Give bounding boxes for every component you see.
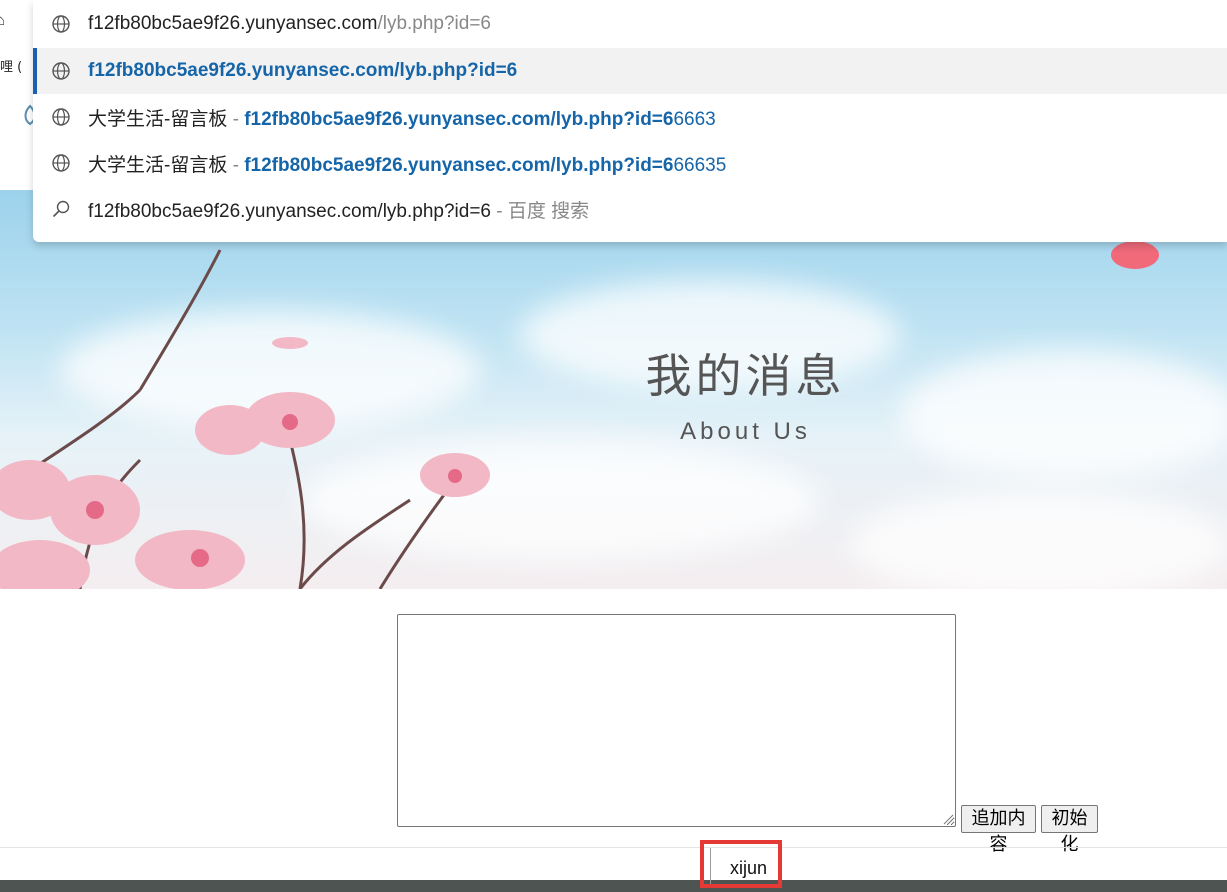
- append-content-button[interactable]: 追加内容: [961, 805, 1036, 855]
- suggestion-separator: -: [227, 108, 245, 130]
- selection-indicator: [33, 48, 37, 94]
- suggestion-match: f12fb80bc5ae9f26.yunyansec.com/lyb.php?i…: [244, 154, 674, 176]
- suggestion-rest: 66635: [673, 154, 727, 176]
- suggestion-match: f12fb80bc5ae9f26.yunyansec.com/lyb.php?i…: [244, 108, 674, 130]
- username-text: xijun: [730, 858, 768, 878]
- search-engine-label: - 百度 搜索: [491, 200, 590, 222]
- globe-icon: [52, 108, 70, 126]
- initialize-button[interactable]: 初始化: [1041, 805, 1098, 855]
- suggestion-url: f12fb80bc5ae9f26.yunyansec.com/lyb.php?i…: [88, 60, 518, 81]
- message-textarea[interactable]: [397, 614, 956, 827]
- suggestion-item[interactable]: 大学生活-留言板 - f12fb80bc5ae9f26.yunyansec.co…: [33, 94, 1227, 140]
- divider: [0, 847, 1227, 848]
- typed-text: f12fb80bc5ae9f26.yunyansec.com: [88, 13, 378, 34]
- address-input[interactable]: f12fb80bc5ae9f26.yunyansec.com/lyb.php?i…: [33, 1, 1227, 47]
- resize-grip-icon[interactable]: [942, 813, 954, 825]
- suggestion-title: 大学生活-留言板: [88, 108, 228, 130]
- page-subtitle: About Us: [680, 418, 811, 445]
- globe-icon: [52, 15, 70, 33]
- search-query: f12fb80bc5ae9f26.yunyansec.com/lyb.php?i…: [88, 200, 491, 222]
- page-title: 我的消息: [645, 349, 846, 403]
- input-edge: [710, 848, 711, 884]
- footer-bar: [0, 880, 1227, 892]
- globe-icon: [52, 154, 70, 172]
- home-icon[interactable]: ⌂: [0, 12, 10, 29]
- tab-fragment[interactable]: 哩 (: [0, 56, 22, 75]
- suggestion-rest: 6663: [673, 108, 716, 130]
- suggestion-item[interactable]: f12fb80bc5ae9f26.yunyansec.com/lyb.php?i…: [33, 48, 1227, 94]
- suggestion-separator: -: [227, 154, 245, 176]
- hero-banner: 我的消息 About Us: [0, 190, 1227, 589]
- suggestion-item[interactable]: 大学生活-留言板 - f12fb80bc5ae9f26.yunyansec.co…: [33, 140, 1227, 186]
- suggestion-title: 大学生活-留言板: [88, 154, 228, 176]
- address-bar-dropdown: f12fb80bc5ae9f26.yunyansec.com/lyb.php?i…: [33, 0, 1227, 242]
- autocomplete-text: /lyb.php?id=6: [377, 13, 492, 34]
- suggestion-item[interactable]: f12fb80bc5ae9f26.yunyansec.com/lyb.php?i…: [33, 186, 1227, 232]
- globe-icon: [52, 62, 70, 80]
- search-icon: [52, 200, 70, 218]
